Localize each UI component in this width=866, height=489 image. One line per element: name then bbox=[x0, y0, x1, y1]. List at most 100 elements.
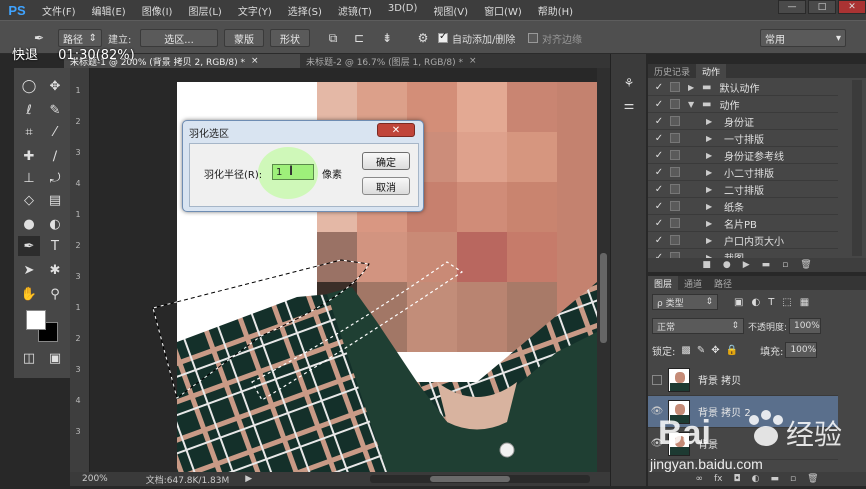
expand-arrow-icon[interactable]: ▶ bbox=[706, 185, 716, 194]
action-row[interactable]: ✓ ▶ 身份证参考线 bbox=[648, 147, 838, 164]
brush-preset-icon[interactable]: ⚘ bbox=[619, 74, 639, 92]
action-dialog-toggle[interactable] bbox=[670, 150, 680, 160]
auto-add-delete-checkbox[interactable] bbox=[438, 31, 448, 43]
action-row[interactable]: ✓ ▶ 二寸排版 bbox=[648, 181, 838, 198]
brush-icon[interactable]: ∕ bbox=[44, 146, 66, 166]
quick-selection-icon[interactable]: ✎ bbox=[44, 100, 66, 120]
close-icon[interactable]: × bbox=[469, 56, 477, 66]
path-arrangement-icon[interactable]: ⇟ bbox=[378, 29, 396, 47]
expand-arrow-icon[interactable]: ▶ bbox=[706, 202, 716, 211]
new-group-icon[interactable]: ▬ bbox=[770, 474, 779, 484]
align-edges-option[interactable]: 对齐边缘 bbox=[528, 29, 582, 47]
action-enabled-check-icon[interactable]: ✓ bbox=[652, 150, 666, 161]
menu-item[interactable]: 窗口(W) bbox=[476, 3, 530, 18]
horizontal-scrollbar[interactable] bbox=[370, 475, 590, 483]
action-row[interactable]: ✓ ▶ 身份证 bbox=[648, 113, 838, 130]
pen-icon[interactable]: ✒ bbox=[18, 236, 40, 256]
vertical-scrollbar[interactable] bbox=[597, 68, 610, 472]
cancel-button[interactable]: 取消 bbox=[362, 177, 410, 195]
crop-icon[interactable]: ⌗ bbox=[18, 122, 40, 142]
delete-icon[interactable]: 🗑 bbox=[800, 260, 811, 270]
record-icon[interactable]: ● bbox=[723, 260, 731, 270]
mask-button[interactable]: 蒙版 bbox=[224, 29, 264, 47]
add-mask-icon[interactable]: ◘ bbox=[733, 474, 740, 484]
gradient-icon[interactable]: ▤ bbox=[44, 190, 66, 210]
menu-item[interactable]: 选择(S) bbox=[280, 3, 330, 18]
ok-button[interactable]: 确定 bbox=[362, 152, 410, 170]
action-enabled-check-icon[interactable]: ✓ bbox=[652, 235, 666, 246]
expand-arrow-icon[interactable]: ▶ bbox=[706, 151, 716, 160]
menu-item[interactable]: 图层(L) bbox=[180, 3, 229, 18]
expand-arrow-icon[interactable]: ▶ bbox=[706, 236, 716, 245]
new-set-icon[interactable]: ▬ bbox=[762, 260, 771, 270]
action-row[interactable]: ✓ ▶ 小二寸排版 bbox=[648, 164, 838, 181]
tab-paths[interactable]: 路径 bbox=[708, 276, 738, 290]
delete-layer-icon[interactable]: 🗑 bbox=[807, 474, 818, 484]
filter-smart-icon[interactable]: ▦ bbox=[800, 297, 809, 308]
action-dialog-toggle[interactable] bbox=[670, 116, 680, 126]
clone-stamp-icon[interactable]: ⊥ bbox=[18, 168, 40, 188]
action-dialog-toggle[interactable] bbox=[670, 218, 680, 228]
status-menu-arrow-icon[interactable]: ▶ bbox=[245, 474, 252, 484]
move-icon[interactable]: ✥ bbox=[44, 76, 66, 96]
action-dialog-toggle[interactable] bbox=[670, 99, 680, 109]
action-row[interactable]: ✓ ▶ 纸条 bbox=[648, 198, 838, 215]
layer-row[interactable]: 👁 背景 bbox=[648, 428, 838, 460]
layer-style-icon[interactable]: fx bbox=[714, 474, 723, 484]
eye-icon[interactable]: 👁 bbox=[648, 438, 666, 449]
shape-button[interactable]: 形状 bbox=[270, 29, 310, 47]
opacity-input[interactable]: 100% bbox=[789, 318, 822, 334]
action-enabled-check-icon[interactable]: ✓ bbox=[652, 184, 666, 195]
filter-type-icon[interactable]: T bbox=[768, 297, 774, 308]
action-enabled-check-icon[interactable]: ✓ bbox=[652, 167, 666, 178]
new-action-icon[interactable]: ▫ bbox=[782, 260, 788, 270]
elliptical-marquee-icon[interactable]: ◯ bbox=[18, 76, 40, 96]
eye-icon[interactable]: 👁 bbox=[648, 406, 666, 417]
lock-paint-icon[interactable]: ✎ bbox=[697, 345, 705, 356]
auto-add-delete-option[interactable]: 自动添加/删除 bbox=[438, 29, 515, 47]
menu-item[interactable]: 3D(D) bbox=[380, 3, 426, 18]
action-enabled-check-icon[interactable]: ✓ bbox=[652, 99, 666, 110]
dialog-close-button[interactable]: ✕ bbox=[377, 123, 415, 137]
action-row[interactable]: ✓ ▶ ▬ 默认动作 bbox=[648, 79, 838, 96]
action-dialog-toggle[interactable] bbox=[670, 82, 680, 92]
tab-layers[interactable]: 图层 bbox=[648, 276, 679, 290]
expand-arrow-icon[interactable]: ▼ bbox=[688, 100, 698, 109]
actions-scrollbar[interactable] bbox=[852, 80, 862, 256]
workspace-dropdown[interactable]: 常用 ▾ bbox=[760, 29, 846, 47]
layer-filter-dropdown[interactable]: ρ 类型 ⇕ bbox=[652, 294, 718, 310]
menu-item[interactable]: 文字(Y) bbox=[230, 3, 280, 18]
eraser-icon[interactable]: ◇ bbox=[18, 190, 40, 210]
layer-row[interactable]: 👁 背景 拷贝 2 bbox=[648, 396, 838, 428]
action-dialog-toggle[interactable] bbox=[670, 167, 680, 177]
action-enabled-check-icon[interactable]: ✓ bbox=[652, 133, 666, 144]
play-icon[interactable]: ▶ bbox=[743, 260, 750, 270]
new-layer-icon[interactable]: ▫ bbox=[790, 474, 796, 484]
foreground-color-swatch[interactable] bbox=[26, 310, 46, 330]
stop-icon[interactable]: ■ bbox=[702, 260, 711, 270]
lock-all-icon[interactable]: 🔒 bbox=[726, 345, 738, 356]
action-enabled-check-icon[interactable]: ✓ bbox=[652, 116, 666, 127]
expand-arrow-icon[interactable]: ▶ bbox=[688, 83, 698, 92]
filter-adjustment-icon[interactable]: ◐ bbox=[751, 297, 760, 308]
expand-arrow-icon[interactable]: ▶ bbox=[706, 219, 716, 228]
action-enabled-check-icon[interactable]: ✓ bbox=[652, 82, 666, 93]
custom-shape-icon[interactable]: ✱ bbox=[44, 260, 66, 280]
minimize-button[interactable]: — bbox=[778, 0, 806, 14]
tab-channels[interactable]: 通道 bbox=[678, 276, 708, 290]
action-row[interactable]: ✓ ▶ 户口内页大小 bbox=[648, 232, 838, 249]
tab-actions[interactable]: 动作 bbox=[696, 64, 727, 78]
menu-item[interactable]: 文件(F) bbox=[34, 3, 84, 18]
blur-icon[interactable]: ● bbox=[18, 214, 40, 234]
type-icon[interactable]: T bbox=[44, 236, 66, 256]
action-dialog-toggle[interactable] bbox=[670, 133, 680, 143]
action-row[interactable]: ✓ ▼ ▬ 动作 bbox=[648, 96, 838, 113]
close-icon[interactable]: × bbox=[251, 56, 259, 66]
blend-mode-dropdown[interactable]: 正常 ⇕ bbox=[652, 318, 744, 334]
align-edges-checkbox[interactable] bbox=[528, 33, 538, 43]
eyedropper-icon[interactable]: ⁄ bbox=[44, 122, 66, 142]
horizontal-scroll-thumb[interactable] bbox=[430, 476, 510, 482]
adjustment-layer-icon[interactable]: ◐ bbox=[752, 474, 760, 484]
menu-item[interactable]: 滤镜(T) bbox=[330, 3, 380, 18]
healing-brush-icon[interactable]: ✚ bbox=[18, 146, 40, 166]
